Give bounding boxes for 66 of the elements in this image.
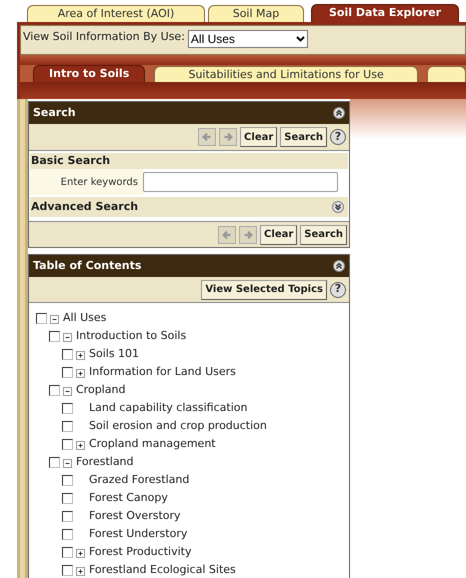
checkbox[interactable] bbox=[62, 438, 73, 450]
collapse-icon[interactable] bbox=[63, 386, 72, 396]
help-button[interactable]: ? bbox=[330, 129, 346, 145]
tree-item[interactable]: Grazed Forestland bbox=[89, 472, 190, 488]
help-button[interactable]: ? bbox=[330, 282, 346, 298]
panel-title: Table of Contents bbox=[33, 258, 142, 274]
chevron-down-icon bbox=[296, 36, 305, 42]
search-button[interactable]: Search bbox=[300, 224, 347, 244]
tree-item[interactable]: Forestland Ecological Sites bbox=[89, 562, 236, 578]
tree-item[interactable]: Forestland bbox=[76, 454, 134, 470]
tab[interactable]: Suitabilities and Limitations for Use bbox=[154, 66, 418, 82]
collapse-icon[interactable] bbox=[63, 458, 72, 468]
clear-button[interactable]: Clear bbox=[260, 224, 298, 244]
collapse-icon[interactable] bbox=[63, 332, 72, 342]
expand-icon[interactable] bbox=[76, 350, 85, 360]
tree-item[interactable]: Soil erosion and crop production bbox=[89, 418, 267, 434]
checkbox[interactable] bbox=[62, 474, 73, 486]
checkbox[interactable] bbox=[62, 564, 73, 576]
tree-item[interactable]: All Uses bbox=[63, 310, 106, 326]
checkbox[interactable] bbox=[62, 366, 73, 378]
checkbox[interactable] bbox=[49, 456, 60, 468]
search-button[interactable]: Search bbox=[280, 127, 327, 147]
tree-item[interactable]: Cropland management bbox=[89, 436, 216, 452]
tab[interactable] bbox=[426, 66, 466, 82]
field-label: Enter keywords bbox=[60, 176, 138, 190]
checkbox[interactable] bbox=[62, 510, 73, 522]
expand-icon[interactable] bbox=[76, 440, 85, 450]
expand-icon[interactable] bbox=[76, 566, 85, 576]
left-arrow-icon bbox=[201, 130, 214, 144]
tree-item[interactable]: Soils 101 bbox=[89, 346, 140, 362]
checkbox[interactable] bbox=[62, 528, 73, 540]
expand-icon[interactable] bbox=[76, 368, 85, 378]
collapse-icon[interactable] bbox=[333, 107, 345, 119]
tree-item[interactable]: Land capability classification bbox=[89, 400, 248, 416]
collapse-icon[interactable] bbox=[333, 260, 345, 272]
checkbox[interactable] bbox=[62, 546, 73, 558]
tree-item[interactable]: Introduction to Soils bbox=[76, 328, 186, 344]
tree-item[interactable]: Forest Productivity bbox=[89, 544, 192, 560]
checkbox[interactable] bbox=[36, 312, 47, 324]
right-arrow-icon bbox=[222, 130, 234, 144]
tree-item[interactable]: Forest Overstory bbox=[89, 508, 181, 524]
tree-item[interactable]: Forest Understory bbox=[89, 526, 188, 542]
expand-icon[interactable] bbox=[76, 548, 85, 558]
checkbox[interactable] bbox=[62, 492, 73, 504]
checkbox[interactable] bbox=[62, 348, 73, 360]
checkbox[interactable] bbox=[62, 402, 73, 414]
panel-title: Search bbox=[33, 104, 76, 121]
tab[interactable]: Intro to Soils bbox=[33, 65, 146, 82]
checkbox[interactable] bbox=[49, 330, 60, 342]
tree-item[interactable]: Cropland bbox=[76, 382, 126, 398]
expand-icon[interactable] bbox=[332, 201, 344, 213]
keywords-field[interactable] bbox=[143, 172, 338, 192]
use-dropdown[interactable]: All Uses bbox=[188, 30, 308, 48]
tree-item[interactable]: Forest Canopy bbox=[89, 490, 168, 506]
checkbox[interactable] bbox=[49, 384, 60, 396]
section-title: Advanced Search bbox=[31, 198, 138, 215]
section-title: Basic Search bbox=[31, 152, 110, 169]
view-by-use-label: View Soil Information By Use: bbox=[23, 29, 185, 45]
view-selected-button[interactable]: View Selected Topics bbox=[201, 280, 327, 300]
tree-item[interactable]: Information for Land Users bbox=[89, 364, 236, 380]
tab[interactable]: Soil Data Explorer bbox=[311, 4, 459, 22]
clear-button[interactable]: Clear bbox=[240, 127, 278, 147]
tab[interactable]: Soil Map bbox=[208, 5, 304, 22]
tab[interactable]: Area of Interest (AOI) bbox=[27, 5, 205, 22]
checkbox[interactable] bbox=[62, 420, 73, 432]
collapse-icon[interactable] bbox=[50, 314, 59, 324]
